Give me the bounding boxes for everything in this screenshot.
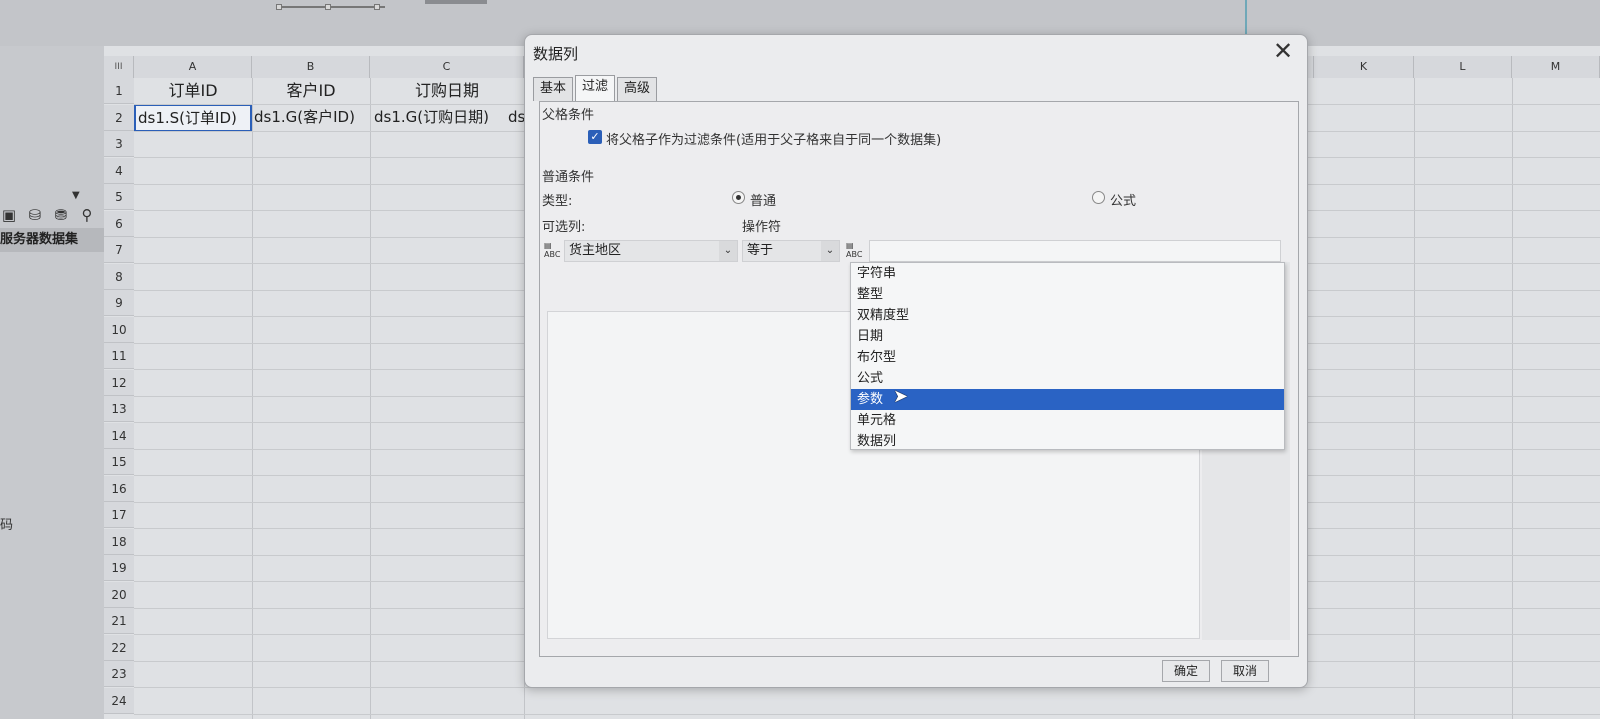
row-header[interactable]: 16 [104,475,134,502]
row-header[interactable]: 23 [104,661,134,687]
search-icon[interactable]: ⚲ [78,206,96,224]
parent-condition-heading: 父格条件 [542,108,595,123]
row-header[interactable]: 17 [104,502,134,528]
row-header[interactable]: 14 [104,422,134,449]
database-icon[interactable]: ⛁ [26,206,44,224]
cell-d2[interactable]: ds [508,104,524,130]
row-header[interactable]: 7 [104,237,134,263]
value-input[interactable] [869,240,1281,262]
row-header[interactable]: 22 [104,634,134,661]
tab-advanced[interactable]: 高级 [617,77,658,101]
row-header[interactable]: 8 [104,263,134,290]
row-header[interactable]: 6 [104,210,134,237]
ruler-control[interactable] [276,0,385,10]
radio-normal[interactable] [732,191,745,204]
truncated-label: 码 [0,518,14,533]
column-header-k[interactable]: K [1314,56,1414,78]
dataset-panel: ▼ ▣ ⛁ ⛃ ⚲ 服务器数据集 码 [0,46,104,719]
ok-button[interactable]: 确定 [1162,660,1210,682]
parent-filter-checkbox[interactable]: ✓ [588,130,602,144]
mouse-cursor-icon: ➤ [893,386,909,407]
database-alt-icon[interactable]: ⛃ [52,206,70,224]
row-header[interactable]: 9 [104,290,134,316]
row-header[interactable]: 15 [104,449,134,475]
cell-a1[interactable]: 订单ID [134,78,252,104]
row-header[interactable]: 3 [104,131,134,157]
type-label: 类型: [542,194,573,209]
column-header-m[interactable]: M [1512,56,1600,78]
normal-condition-heading: 普通条件 [542,170,595,185]
row-header[interactable]: 21 [104,608,134,634]
tab-bar: 基本 过滤 高级 [533,75,659,101]
value-type-dropdown[interactable]: 字符串 整型 双精度型 日期 布尔型 公式 参数 单元格 数据列 [850,262,1285,450]
column-label: 可选列: [542,220,586,235]
row-header[interactable]: 2 [104,104,134,131]
column-header-a[interactable]: A [134,56,252,78]
value-type-icon[interactable]: ▤ ABC [846,241,868,261]
filter-panel: 父格条件 ✓ 将父格子作为过滤条件(适用于父子格来自于同一个数据集) 普通条件 … [539,101,1299,657]
option-integer[interactable]: 整型 [851,284,1284,305]
dialog-title: 数据列 [533,45,579,63]
cell-c1[interactable]: 订购日期 [370,78,524,104]
tab-basic[interactable]: 基本 [533,77,574,101]
row-header[interactable]: 13 [104,396,134,422]
cell-b2[interactable]: ds1.G(客户ID) [252,104,370,130]
column-select[interactable]: 货主地区 ⌄ [564,240,738,262]
cell-a2-selected[interactable]: ds1.S(订单ID) [134,104,252,132]
option-string[interactable]: 字符串 [851,263,1284,284]
option-date[interactable]: 日期 [851,326,1284,347]
row-header[interactable]: 5 [104,184,134,210]
operator-select[interactable]: 等于 ⌄ [742,240,840,262]
option-boolean[interactable]: 布尔型 [851,347,1284,368]
row-header[interactable]: 20 [104,581,134,608]
toolbar-button[interactable] [425,0,487,4]
cancel-button[interactable]: 取消 [1221,660,1269,682]
chevron-down-icon[interactable]: ▼ [72,190,80,201]
data-icon[interactable]: ▣ [0,206,18,224]
option-data-column[interactable]: 数据列 [851,431,1284,452]
cell-c2[interactable]: ds1.G(订购日期) [370,104,524,130]
chevron-down-icon[interactable]: ⌄ [821,241,839,261]
row-header[interactable]: 1 [104,78,134,104]
row-header[interactable]: 10 [104,316,134,343]
radio-formula-label: 公式 [1110,194,1137,209]
select-all-corner[interactable]: III [104,56,134,78]
row-header[interactable]: 4 [104,157,134,184]
radio-normal-label: 普通 [750,194,777,209]
row-header[interactable]: 11 [104,343,134,369]
row-header[interactable]: 19 [104,555,134,581]
operator-label: 操作符 [742,220,782,235]
option-parameter[interactable]: 参数 [851,389,1284,410]
column-header-l[interactable]: L [1414,56,1512,78]
option-double[interactable]: 双精度型 [851,305,1284,326]
row-header[interactable]: 18 [104,528,134,555]
chevron-down-icon[interactable]: ⌄ [719,241,737,261]
parent-filter-label: 将父格子作为过滤条件(适用于父子格来自于同一个数据集) [606,133,942,148]
row-header[interactable]: 12 [104,369,134,396]
close-icon[interactable]: ✕ [1271,39,1295,63]
data-column-dialog: 数据列 ✕ 基本 过滤 高级 父格条件 ✓ 将父格子作为过滤条件(适用于父子格来… [524,34,1308,688]
option-cell[interactable]: 单元格 [851,410,1284,431]
column-header-c[interactable]: C [370,56,524,78]
server-dataset-item[interactable]: 服务器数据集 [0,228,104,252]
column-header-b[interactable]: B [252,56,370,78]
abc-type-icon[interactable]: ▤ ABC [544,241,566,261]
row-header[interactable]: 24 [104,687,134,714]
dataset-toolbar: ▣ ⛁ ⛃ ⚲ [0,202,104,228]
radio-formula[interactable] [1092,191,1105,204]
tab-filter[interactable]: 过滤 [575,75,616,101]
cell-b1[interactable]: 客户ID [252,78,370,104]
option-formula[interactable]: 公式 [851,368,1284,389]
